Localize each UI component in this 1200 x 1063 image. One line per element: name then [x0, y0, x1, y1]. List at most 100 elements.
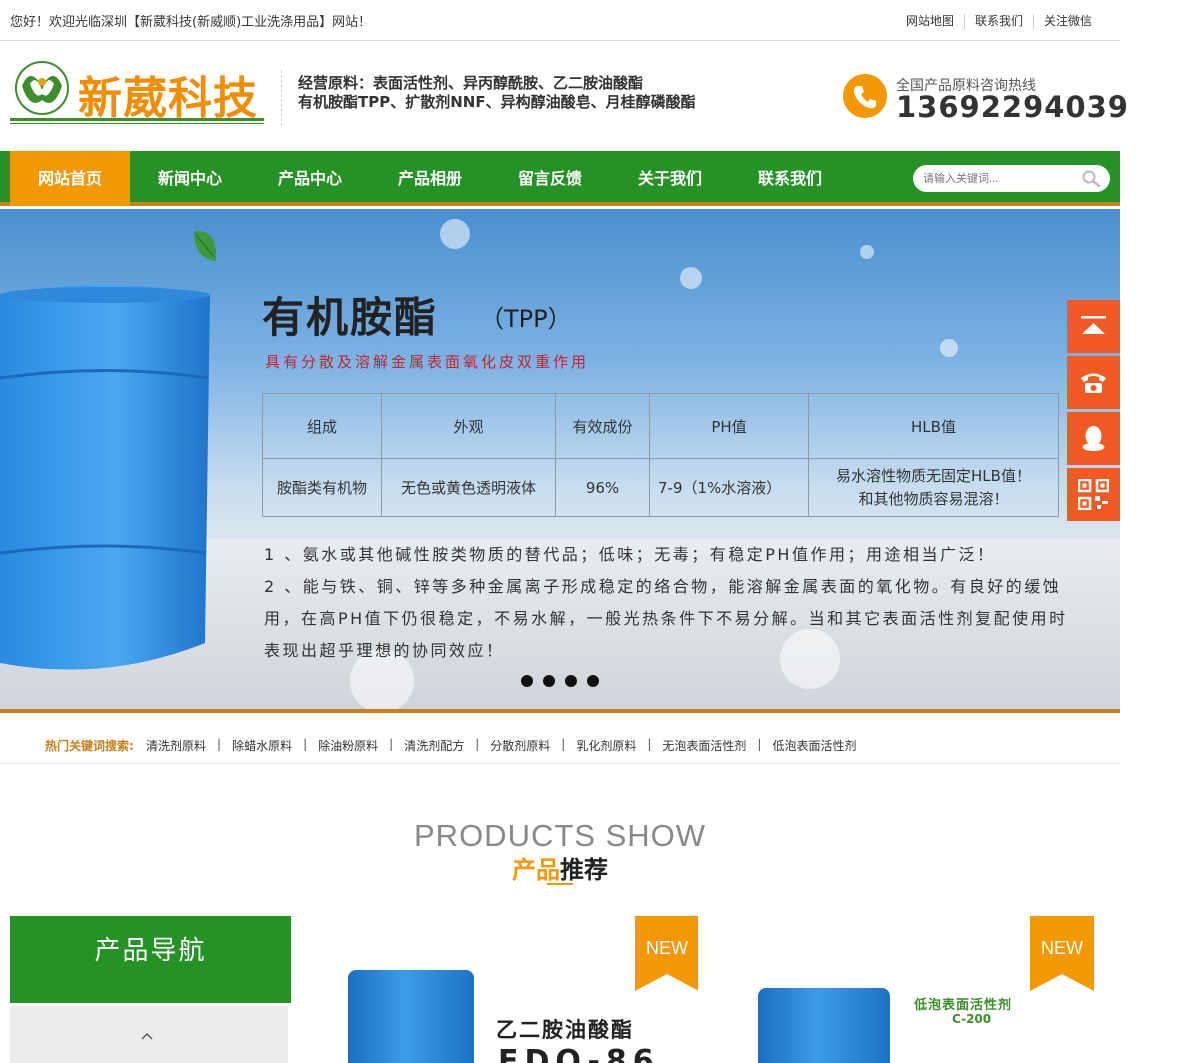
nav-item-about[interactable]: 关于我们 — [610, 151, 730, 206]
qq-button[interactable] — [1067, 412, 1120, 465]
spec-cell-ph: 7-9（1%水溶液） — [649, 458, 809, 517]
spec-header-composition: 组成 — [262, 393, 382, 459]
spec-header-content: 有效成份 — [555, 393, 650, 459]
slide-dot[interactable] — [543, 675, 555, 687]
spec-table: 组成 外观 有效成份 PH值 HLB值 胺酯类有机物 无色或黄色透明液体 96%… — [262, 393, 1059, 517]
welcome-text: 您好！欢迎光临深圳【新葳科技(新威顺)工业洗涤用品】网站！ — [10, 15, 372, 30]
hot-keywords-label: 热门关键词搜索: — [45, 739, 134, 753]
header-divider — [281, 70, 282, 126]
site-logo[interactable]: 新葳科技 — [10, 60, 266, 126]
hot-keyword-link[interactable]: 无泡表面活性剂 — [662, 737, 746, 754]
top-link-sitemap[interactable]: 网站地图 — [896, 14, 964, 29]
separator: | — [757, 737, 762, 751]
new-badge: NEW — [1030, 916, 1094, 991]
separator: | — [475, 737, 480, 751]
banner-title-sub: （TPP） — [480, 305, 572, 333]
banner-text-line-3: 用，在高PH值下仍很稳定，不易水解，一般光热条件下不易分解。当和其它表面活性剂复… — [264, 609, 1068, 628]
slide-dot[interactable] — [565, 675, 577, 687]
banner-bubble — [860, 245, 874, 259]
hot-keywords-list: 清洗剂原料 | 除蜡水原料 | 除油粉原料 | 清洗剂配方 | 分散剂原料 | 乳化剂原料… — [146, 737, 856, 754]
phone-icon — [843, 74, 887, 118]
hot-keyword-link[interactable]: 低泡表面活性剂 — [772, 737, 856, 754]
section-title-cn-highlight: 产品 — [512, 855, 560, 884]
banner-bubble — [940, 339, 958, 357]
logo-underline — [10, 118, 264, 121]
spec-cell-hlb-line2: 和其他物质容易混溶！ — [858, 489, 1009, 508]
product-card[interactable]: 乙二胺油酸酯 EDO-86 NEW — [318, 916, 698, 1063]
nav-item-news[interactable]: 新闻中心 — [130, 151, 250, 206]
arrow-up-icon — [1081, 316, 1106, 334]
hot-keyword-link[interactable]: 分散剂原料 — [490, 737, 550, 754]
floating-toolbar — [1067, 300, 1120, 524]
top-link-wechat[interactable]: 关注微信 — [1032, 14, 1102, 29]
hotline-number: 13692294039 — [896, 90, 1129, 124]
search-input[interactable] — [923, 170, 1083, 187]
search-icon[interactable] — [1081, 169, 1101, 189]
new-badge-label: NEW — [646, 938, 688, 958]
nav-item-products[interactable]: 产品中心 — [250, 151, 370, 206]
hot-keywords-bar: 热门关键词搜索: 清洗剂原料 | 除蜡水原料 | 除油粉原料 | 清洗剂配方 | 分散剂… — [0, 713, 1120, 764]
nav-item-home[interactable]: 网站首页 — [10, 151, 130, 206]
slide-dot[interactable] — [521, 675, 533, 687]
chevron-up-icon[interactable] — [140, 1029, 154, 1043]
logo-emblem-icon — [15, 61, 69, 115]
banner-description: 1 、氨水或其他碱性胺类物质的替代品；低味；无毒；有稳定PH值作用；用途相当广泛… — [264, 539, 1120, 667]
product-code: EDO-86 — [498, 1044, 660, 1063]
product-card[interactable]: 低泡表面活性剂 C-200 NEW — [714, 916, 1094, 1063]
business-line-2: 有机胺酯TPP、扩散剂NNF、异构醇油酸皂、月桂醇磷酸酯 — [298, 93, 696, 111]
qr-code-icon — [1078, 479, 1109, 510]
slide-dots — [521, 675, 599, 687]
hot-keyword-link[interactable]: 除油粉原料 — [318, 737, 378, 754]
top-links: 网站地图 联系我们 关注微信 — [896, 14, 1102, 29]
spec-cell-hlb: 易水溶性物质无固定HLB值！ 和其他物质容易混溶！ — [808, 458, 1059, 517]
qrcode-button[interactable] — [1067, 468, 1120, 521]
telephone-icon — [1081, 373, 1106, 393]
spec-cell-hlb-line1: 易水溶性物质无固定HLB值！ — [836, 466, 1031, 485]
logo-underline-thin — [10, 123, 264, 124]
slide-dot[interactable] — [587, 675, 599, 687]
new-badge: NEW — [635, 916, 698, 991]
product-barrel-image — [0, 285, 210, 670]
product-name: 低泡表面活性剂 — [914, 998, 1013, 1013]
separator: | — [389, 737, 394, 751]
section-title-cn-rest: 推荐 — [560, 855, 608, 884]
top-link-contact[interactable]: 联系我们 — [963, 14, 1033, 29]
banner-text-line-4: 表现出超乎理想的协同效应！ — [264, 641, 505, 660]
logo-text: 新葳科技 — [78, 73, 258, 124]
nav-item-feedback[interactable]: 留言反馈 — [490, 151, 610, 206]
banner-bubble — [440, 219, 470, 249]
product-barrel-image — [758, 988, 890, 1063]
separator: | — [561, 737, 566, 751]
phone-button[interactable] — [1067, 356, 1120, 409]
hot-keyword-link[interactable]: 乳化剂原料 — [576, 737, 636, 754]
product-nav-header: 产品导航 — [10, 916, 291, 1003]
section-title-underline — [547, 883, 573, 885]
search-box — [913, 165, 1110, 192]
spec-cell-appearance: 无色或黄色透明液体 — [381, 458, 556, 517]
product-name: 乙二胺油酸酯 — [496, 1018, 634, 1042]
separator: | — [647, 737, 652, 751]
section-title-cn: 产品推荐 — [0, 850, 1120, 885]
top-bar: 您好！欢迎光临深圳【新葳科技(新威顺)工业洗涤用品】网站！ 网站地图 联系我们 … — [0, 0, 1120, 41]
new-badge-label: NEW — [1041, 938, 1083, 958]
product-barrel-image — [348, 970, 474, 1063]
hot-keyword-link[interactable]: 清洗剂原料 — [146, 737, 206, 754]
nav-item-contact[interactable]: 联系我们 — [730, 151, 850, 206]
hot-keyword-link[interactable]: 除蜡水原料 — [232, 737, 292, 754]
hot-keyword-link[interactable]: 清洗剂配方 — [404, 737, 464, 754]
banner-title: 有机胺酯 — [262, 293, 439, 342]
main-nav: 网站首页 新闻中心 产品中心 产品相册 留言反馈 关于我们 联系我们 — [0, 151, 1120, 206]
product-code: C-200 — [952, 1012, 992, 1026]
separator: | — [303, 737, 308, 751]
banner-bubble — [680, 267, 702, 289]
banner-text-line-2: 2 、能与铁、铜、锌等多种金属离子形成稳定的络合物，能溶解金属表面的氧化物。有良… — [264, 577, 1062, 596]
separator: | — [217, 737, 222, 751]
spec-header-ph: PH值 — [649, 393, 809, 459]
hero-banner: 有机胺酯 （TPP） 具有分散及溶解金属表面氧化皮双重作用 组成 外观 有效成份… — [0, 209, 1120, 712]
spec-cell-content: 96% — [555, 458, 650, 517]
leaf-icon — [194, 230, 217, 261]
nav-item-album[interactable]: 产品相册 — [370, 151, 490, 206]
spec-header-hlb: HLB值 — [808, 393, 1059, 459]
back-to-top-button[interactable] — [1067, 300, 1120, 353]
section-title-en: PRODUCTS SHOW — [414, 818, 706, 853]
